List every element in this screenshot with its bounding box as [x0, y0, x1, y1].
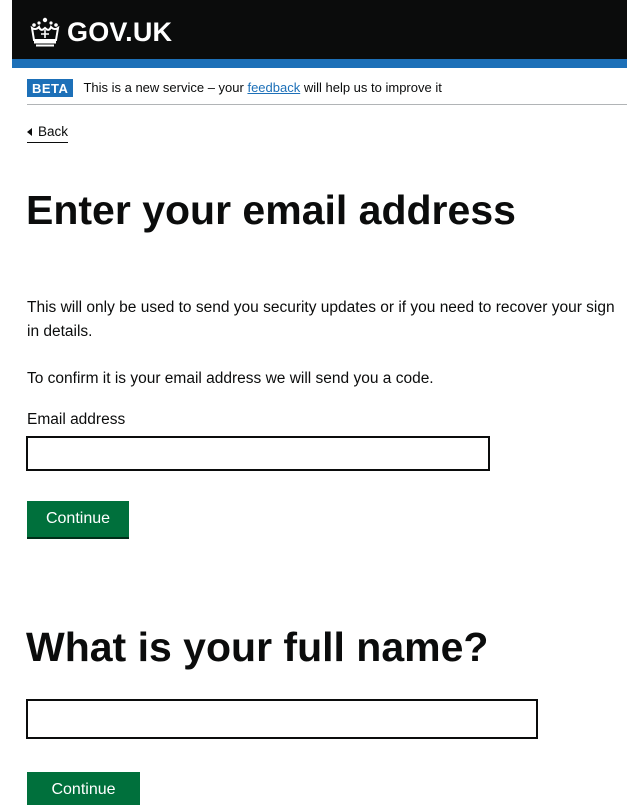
- phase-banner: BETA This is a new service – your feedba…: [27, 77, 627, 105]
- continue-button-name[interactable]: Continue: [27, 772, 140, 805]
- page-title-email: Enter your email address: [26, 187, 516, 233]
- email-field-label: Email address: [27, 411, 126, 428]
- beta-tag: BETA: [27, 78, 74, 97]
- phase-text-after: will help us to improve it: [300, 80, 442, 95]
- page: GOV.UK BETA This is a new service – your…: [0, 0, 627, 805]
- feedback-link[interactable]: feedback: [247, 80, 300, 95]
- header-accent-bar: [12, 59, 627, 68]
- back-link-label: Back: [38, 124, 69, 139]
- phase-banner-text: This is a new service – your feedback wi…: [83, 80, 441, 95]
- full-name-field[interactable]: [26, 699, 538, 739]
- continue-button-email[interactable]: Continue: [27, 501, 129, 537]
- crown-icon: [30, 17, 60, 47]
- back-arrow-icon: [27, 128, 32, 136]
- logo-text: GOV.UK: [67, 16, 173, 47]
- email-usage-text: This will only be used to send you secur…: [27, 299, 615, 340]
- phase-text-before: This is a new service – your: [83, 80, 248, 95]
- email-confirm-text: To confirm it is your email address we w…: [27, 370, 434, 387]
- page-title-full-name: What is your full name?: [26, 624, 489, 670]
- back-link[interactable]: Back: [27, 124, 69, 143]
- email-field[interactable]: [26, 436, 490, 471]
- govuk-logo-link[interactable]: GOV.UK: [28, 14, 172, 50]
